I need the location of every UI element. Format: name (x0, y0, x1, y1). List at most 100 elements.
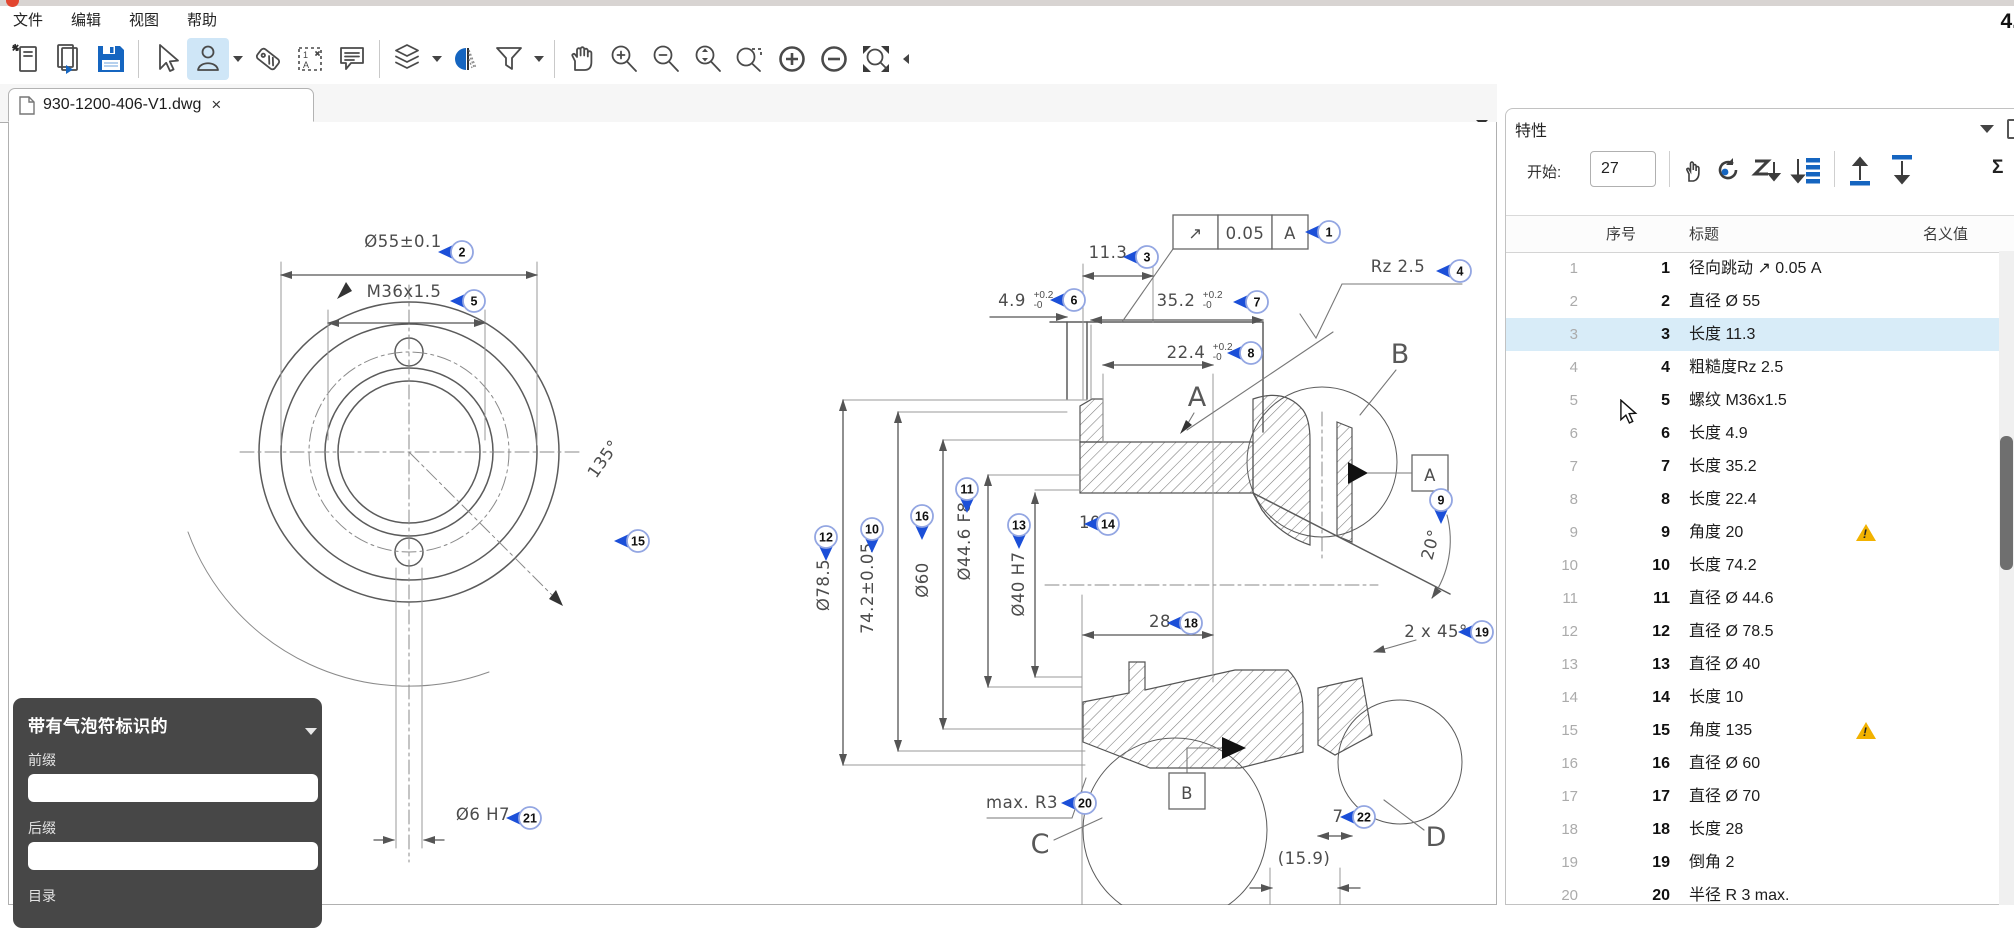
nominal-value: 55 (1906, 285, 2014, 318)
move-top-icon[interactable] (1844, 153, 1876, 187)
column-nominal[interactable]: 名义值 (1923, 223, 1968, 244)
float-panel-title: 带有气泡符标识的 (28, 712, 168, 737)
zoom-window-icon[interactable] (729, 38, 771, 80)
row-index: 11 (1542, 582, 1578, 615)
table-row[interactable]: 1111直径 Ø 44.644.6 (1506, 582, 2014, 615)
table-row[interactable]: 2020半径 R 3 max. (1506, 879, 2014, 906)
characteristic-title: 直径 Ø 40 (1689, 648, 1899, 681)
balloon-number: 19 (1602, 846, 1670, 879)
stamp-balloon-icon[interactable] (187, 38, 229, 80)
zoom-in-icon[interactable] (603, 38, 645, 80)
nominal-value: 40 (1906, 648, 2014, 681)
table-row[interactable]: 1515角度 135135 (1506, 714, 2014, 747)
balloon-number: 4 (1602, 351, 1670, 384)
sum-icon[interactable]: Σ (1992, 157, 2003, 179)
table-row[interactable]: 33长度 11.311.3 (1506, 318, 2014, 351)
table-row[interactable]: 1212直径 Ø 78.578.5 (1506, 615, 2014, 648)
zone-select-icon[interactable]: 1A (289, 38, 331, 80)
pick-hand-icon[interactable] (1678, 153, 1708, 187)
zoom-out-icon[interactable] (645, 38, 687, 80)
characteristic-title: 直径 Ø 55 (1689, 285, 1899, 318)
row-index: 16 (1542, 747, 1578, 780)
filter-dropdown-icon[interactable] (534, 56, 544, 62)
tab-close-icon[interactable]: × (211, 95, 221, 115)
toolbar-separator (138, 40, 139, 78)
suffix-input[interactable] (28, 842, 318, 870)
sort-list-icon[interactable] (1789, 153, 1825, 187)
increase-icon[interactable] (771, 38, 813, 80)
nominal-value: 4.9 (1906, 417, 2014, 450)
characteristic-title: 粗糙度Rz 2.5 (1689, 351, 1899, 384)
row-index: 5 (1542, 384, 1578, 417)
mirror-view-icon[interactable] (446, 38, 488, 80)
close-window-icon[interactable] (6, 0, 19, 7)
row-index: 15 (1542, 714, 1578, 747)
table-row[interactable]: 1414长度 1010 (1506, 681, 2014, 714)
table-row[interactable]: 11径向跳动 ↗ 0.05 A (1506, 252, 2014, 285)
balloon-number: 14 (1602, 681, 1670, 714)
prefix-input[interactable] (28, 774, 318, 802)
menu-help[interactable]: 帮助 (187, 8, 217, 34)
suffix-label: 后缀 (28, 818, 56, 838)
tag-icon[interactable] (247, 38, 289, 80)
row-index: 3 (1542, 318, 1578, 351)
move-bottom-icon[interactable] (1886, 153, 1918, 187)
save-icon[interactable] (90, 38, 132, 80)
column-title[interactable]: 标题 (1689, 223, 1719, 244)
menu-view[interactable]: 视图 (129, 8, 159, 34)
table-row[interactable]: 22直径 Ø 5555 (1506, 285, 2014, 318)
characteristic-title: 长度 4.9 (1689, 417, 1899, 450)
nominal-value: 10 (1906, 681, 2014, 714)
menu-edit[interactable]: 编辑 (71, 8, 101, 34)
table-row[interactable]: 1313直径 Ø 4040 (1506, 648, 2014, 681)
pan-hand-icon[interactable] (561, 38, 603, 80)
scrollbar-thumb[interactable] (2000, 436, 2013, 570)
table-row[interactable]: 1717直径 Ø 7070 (1506, 780, 2014, 813)
new-document-icon[interactable] (6, 38, 48, 80)
menu-file[interactable]: 文件 (13, 8, 43, 34)
layers-dropdown-icon[interactable] (432, 56, 442, 62)
characteristic-title: 倒角 2 (1689, 846, 1899, 879)
table-header: 序号 标题 名义值 (1506, 215, 2014, 253)
characteristic-title: 长度 35.2 (1689, 450, 1899, 483)
column-index[interactable]: 序号 (1606, 223, 1636, 244)
table-row[interactable]: 99角度 2020 (1506, 516, 2014, 549)
zoom-selection-icon[interactable] (687, 38, 729, 80)
table-row[interactable]: 66长度 4.94.9 (1506, 417, 2014, 450)
version-text: 4. (2000, 10, 2014, 34)
tab-drawing[interactable]: 930-1200-406-V1.dwg × (8, 88, 314, 122)
start-number-input[interactable] (1590, 151, 1656, 187)
characteristic-title: 半径 R 3 max. (1689, 879, 1899, 906)
table-row[interactable]: 55螺纹 M36x1.5 (1506, 384, 2014, 417)
table-row[interactable]: 88长度 22.422.4 (1506, 483, 2014, 516)
stamp-dropdown-icon[interactable] (233, 56, 243, 62)
layers-icon[interactable] (386, 38, 428, 80)
characteristic-title: 长度 74.2 (1689, 549, 1899, 582)
filter-icon[interactable] (488, 38, 530, 80)
table-row[interactable]: 77长度 35.235.2 (1506, 450, 2014, 483)
zoom-extents-icon[interactable] (855, 38, 897, 80)
renumber-icon[interactable] (1711, 153, 1745, 187)
decrease-icon[interactable] (813, 38, 855, 80)
nominal-value: 20 (1906, 516, 2014, 549)
table-row[interactable]: 1616直径 Ø 6060 (1506, 747, 2014, 780)
panel-scrollbar[interactable] (1999, 251, 2014, 905)
start-label: 开始: (1527, 161, 1561, 182)
sort-z-icon[interactable] (1749, 153, 1783, 187)
comment-icon[interactable] (331, 38, 373, 80)
characteristic-title: 长度 28 (1689, 813, 1899, 846)
table-row[interactable]: 1818长度 2828 (1506, 813, 2014, 846)
table-row[interactable]: 44粗糙度Rz 2.5 (1506, 351, 2014, 384)
table-row[interactable]: 1010长度 74.274.2 (1506, 549, 2014, 582)
characteristic-title: 直径 Ø 44.6 (1689, 582, 1899, 615)
table-row[interactable]: 1919倒角 22 (1506, 846, 2014, 879)
characteristic-title: 直径 Ø 70 (1689, 780, 1899, 813)
float-panel-collapse-icon[interactable] (305, 728, 317, 735)
panel-collapse-icon[interactable] (1980, 125, 1994, 133)
panel-pin-icon[interactable] (2007, 119, 2014, 139)
select-cursor-icon[interactable] (145, 38, 187, 80)
table-rows: 11径向跳动 ↗ 0.05 A22直径 Ø 555533长度 11.311.34… (1506, 252, 2014, 906)
nominal-value: 2 (1906, 846, 2014, 879)
toolbar-more-icon[interactable] (903, 54, 909, 64)
open-document-icon[interactable] (48, 38, 90, 80)
